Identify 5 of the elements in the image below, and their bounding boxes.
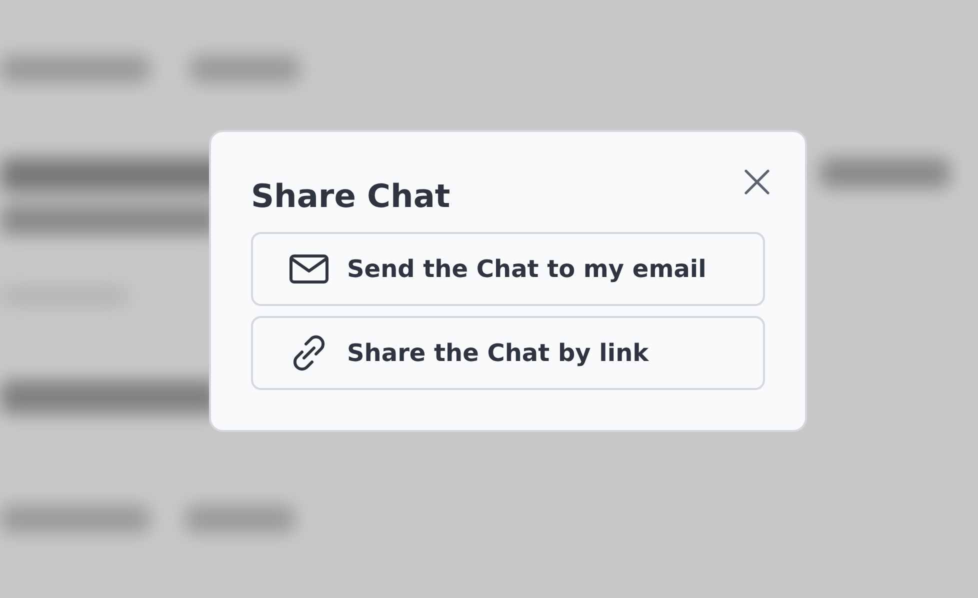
- envelope-icon: [289, 253, 329, 285]
- dialog-title: Share Chat: [251, 176, 450, 216]
- close-icon[interactable]: [743, 168, 771, 196]
- share-option-button[interactable]: Send the Chat to my email: [251, 232, 765, 306]
- share-option-button[interactable]: Share the Chat by link: [251, 316, 765, 390]
